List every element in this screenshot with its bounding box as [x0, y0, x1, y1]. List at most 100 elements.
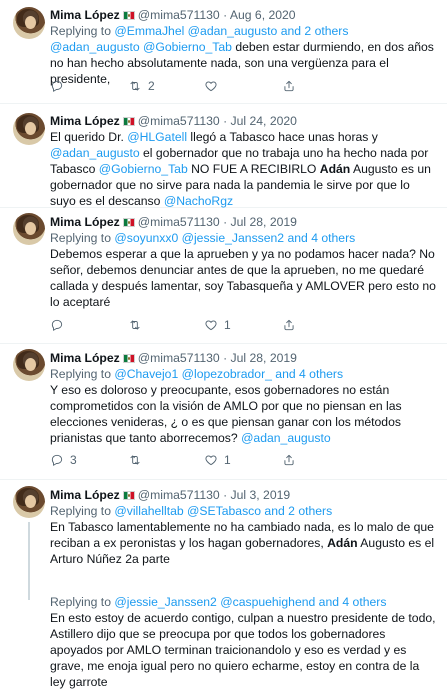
tweet-text: El querido Dr. @HLGatell llegó a Tabasco…: [50, 129, 437, 209]
bold-text: Adán: [319, 162, 351, 176]
like-button[interactable]: [204, 78, 224, 94]
replying-to-mentions[interactable]: @jessie_Janssen2 @caspuehighend and 4 ot…: [114, 595, 386, 609]
share-icon: [284, 454, 294, 466]
tweet-date[interactable]: · Jul 28, 2019: [223, 351, 297, 365]
tweet[interactable]: Mima López @mima571130 · Jul 28, 2019 Rep…: [0, 208, 447, 344]
tweet-text: Y eso es doloroso y preocupante, esos go…: [50, 382, 437, 446]
heart-icon: [205, 81, 217, 92]
tweet-actions: 1: [50, 317, 390, 333]
tweet-date[interactable]: · Jul 24, 2020: [223, 114, 297, 128]
user-handle[interactable]: @mima571130: [138, 215, 220, 229]
replying-to-mentions[interactable]: @Chavejo1 @lopezobrador_ and 4 others: [114, 367, 343, 381]
tweet-header: Mima López @mima571130 · Aug 6, 2020: [50, 7, 437, 23]
user-handle[interactable]: @mima571130: [138, 8, 220, 22]
avatar[interactable]: [13, 349, 45, 381]
replying-to: Replying to @Chavejo1 @lopezobrador_ and…: [50, 366, 437, 382]
text-run: El querido Dr.: [50, 130, 128, 144]
avatar[interactable]: [13, 213, 45, 245]
reply-count: 3: [70, 453, 77, 467]
mexico-flag-icon: [122, 491, 135, 500]
retweet-icon: [130, 320, 140, 330]
replying-to: Replying to @villahelltab @SETabasco and…: [50, 503, 437, 519]
like-button[interactable]: 1: [204, 452, 231, 468]
reply-button[interactable]: [50, 78, 70, 94]
replying-to-mentions[interactable]: @villahelltab @SETabasco and 2 others: [114, 504, 332, 518]
share-button[interactable]: [282, 452, 296, 468]
text-run: llegó a Tabasco hace unas horas y: [187, 130, 378, 144]
user-handle[interactable]: @mima571130: [138, 351, 220, 365]
retweet-icon: [130, 81, 140, 91]
tweet[interactable]: Mima López @mima571130 · Jul 3, 2019 Repl…: [0, 480, 447, 586]
tweet-text: Debemos esperar a que la aprueben y ya n…: [50, 246, 437, 310]
text-run: En esto estoy de acuerdo contigo, culpan…: [50, 611, 436, 689]
display-name[interactable]: Mima López: [50, 488, 120, 502]
user-handle[interactable]: @mima571130: [138, 488, 220, 502]
avatar[interactable]: [13, 486, 45, 518]
mention-link[interactable]: @adan_augusto: [241, 431, 331, 445]
retweet-button[interactable]: 2: [128, 78, 155, 94]
replying-to-mentions[interactable]: @EmmaJhel @adan_augusto and 2 others: [114, 24, 348, 38]
display-name[interactable]: Mima López: [50, 215, 120, 229]
replying-to: Replying to @jessie_Janssen2 @caspuehigh…: [50, 594, 437, 610]
heart-icon: [205, 320, 217, 331]
tweet-text: En esto estoy de acuerdo contigo, culpan…: [50, 610, 437, 689]
reply-icon: [51, 319, 63, 331]
replying-to: Replying to @EmmaJhel @adan_augusto and …: [50, 23, 437, 39]
replying-to: Replying to @soyunxx0 @jessie_Janssen2 a…: [50, 230, 437, 246]
like-count: 1: [224, 318, 231, 332]
tweet-header: Mima López @mima571130 · Jul 28, 2019: [50, 214, 437, 230]
reply-icon: [51, 80, 63, 92]
retweet-count: 2: [148, 79, 155, 93]
share-button[interactable]: [282, 317, 296, 333]
reply-button[interactable]: [50, 317, 70, 333]
replying-to-label: Replying to: [50, 504, 115, 518]
tweet-actions: 3 1: [50, 452, 390, 468]
bold-text: Adán: [327, 536, 358, 550]
tweet-header: Mima López @mima571130 · Jul 3, 2019: [50, 487, 437, 503]
text-run: Y eso es doloroso y preocupante, esos go…: [50, 383, 402, 445]
tweet[interactable]: Mima López @mima571130 · Jul 24, 2020 El …: [0, 104, 447, 208]
user-handle[interactable]: @mima571130: [138, 114, 220, 128]
replying-to-label: Replying to: [50, 24, 115, 38]
mexico-flag-icon: [122, 11, 135, 20]
replying-to-mentions[interactable]: @soyunxx0 @jessie_Janssen2 and 4 others: [114, 231, 355, 245]
share-button[interactable]: [282, 78, 296, 94]
tweet-header: Mima López @mima571130 · Jul 28, 2019: [50, 350, 437, 366]
tweet-date[interactable]: · Jul 3, 2019: [223, 488, 290, 502]
text-run: NO FUE A RECIBIRLO: [187, 162, 320, 176]
reply-button[interactable]: 3: [50, 452, 77, 468]
replying-to-label: Replying to: [50, 595, 115, 609]
heart-icon: [205, 455, 217, 466]
tweet[interactable]: Mima López @mima571130 · Jul 28, 2019 Rep…: [0, 344, 447, 480]
tweet-date[interactable]: · Jul 28, 2019: [223, 215, 297, 229]
tweet-date[interactable]: · Aug 6, 2020: [223, 8, 296, 22]
replying-to-label: Replying to: [50, 367, 115, 381]
tweet[interactable]: Mima López @mima571130 · Aug 6, 2020 Repl…: [0, 0, 447, 104]
reply-icon: [51, 454, 63, 466]
thread-connector: [28, 586, 30, 600]
tweet-text: En Tabasco lamentablemente no ha cambiad…: [50, 519, 437, 567]
tweet-header: Mima López @mima571130 · Jul 24, 2020: [50, 113, 437, 129]
avatar[interactable]: [13, 7, 45, 39]
avatar[interactable]: [13, 113, 45, 145]
tweet-feed: Mima López @mima571130 · Aug 6, 2020 Repl…: [0, 0, 447, 689]
text-run: Debemos esperar a que la aprueben y ya n…: [50, 247, 436, 309]
retweet-button[interactable]: [128, 452, 148, 468]
replying-to-label: Replying to: [50, 231, 115, 245]
display-name[interactable]: Mima López: [50, 351, 120, 365]
tweet[interactable]: Replying to @jessie_Janssen2 @caspuehigh…: [0, 586, 447, 689]
mention-link[interactable]: @adan_augusto @Gobierno_Tab: [50, 40, 232, 54]
mention-link[interactable]: @adan_augusto: [50, 146, 140, 160]
like-button[interactable]: 1: [204, 317, 231, 333]
retweet-icon: [130, 455, 140, 465]
mention-link[interactable]: @Gobierno_Tab: [99, 162, 188, 176]
mexico-flag-icon: [122, 117, 135, 126]
thread-connector: [28, 522, 30, 586]
display-name[interactable]: Mima López: [50, 114, 120, 128]
mention-link[interactable]: @NachoRgz: [164, 194, 233, 208]
retweet-button[interactable]: [128, 317, 148, 333]
mention-link[interactable]: @HLGatell: [127, 130, 187, 144]
share-icon: [284, 319, 294, 331]
display-name[interactable]: Mima López: [50, 8, 120, 22]
mexico-flag-icon: [122, 354, 135, 363]
